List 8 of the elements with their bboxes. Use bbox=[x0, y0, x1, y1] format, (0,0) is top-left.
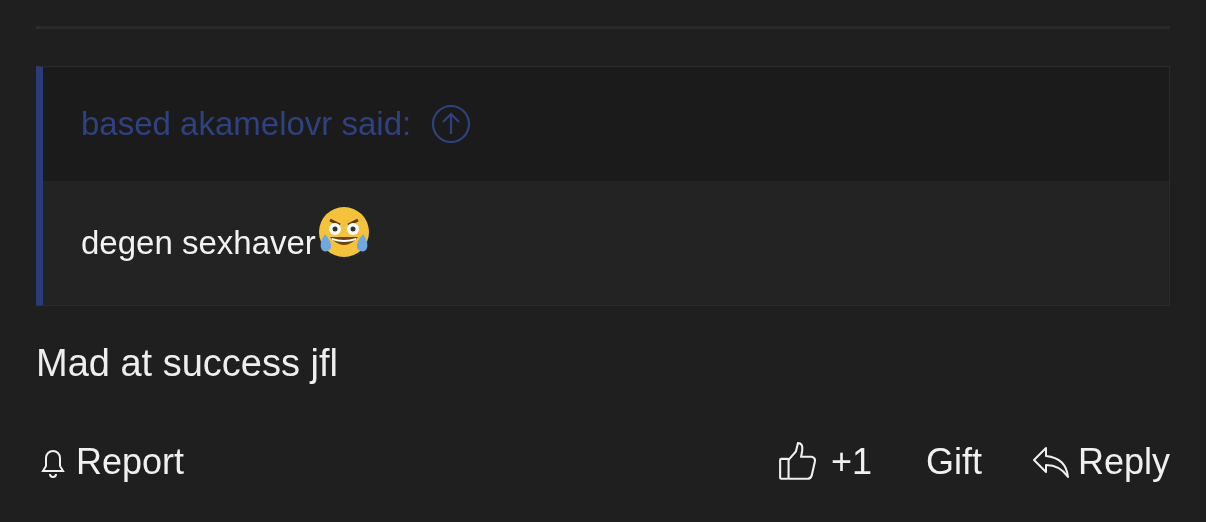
reply-button[interactable]: Reply bbox=[1029, 441, 1170, 483]
report-button[interactable]: Report bbox=[36, 441, 185, 483]
like-button[interactable]: +1 bbox=[776, 441, 872, 483]
quote-text: degen sexhaver bbox=[81, 224, 316, 262]
arrow-up-icon[interactable] bbox=[431, 104, 472, 144]
gift-button[interactable]: Gift bbox=[925, 441, 982, 483]
message-text: Mad at success jfl bbox=[36, 342, 338, 385]
thumbs-up-icon bbox=[776, 441, 819, 483]
